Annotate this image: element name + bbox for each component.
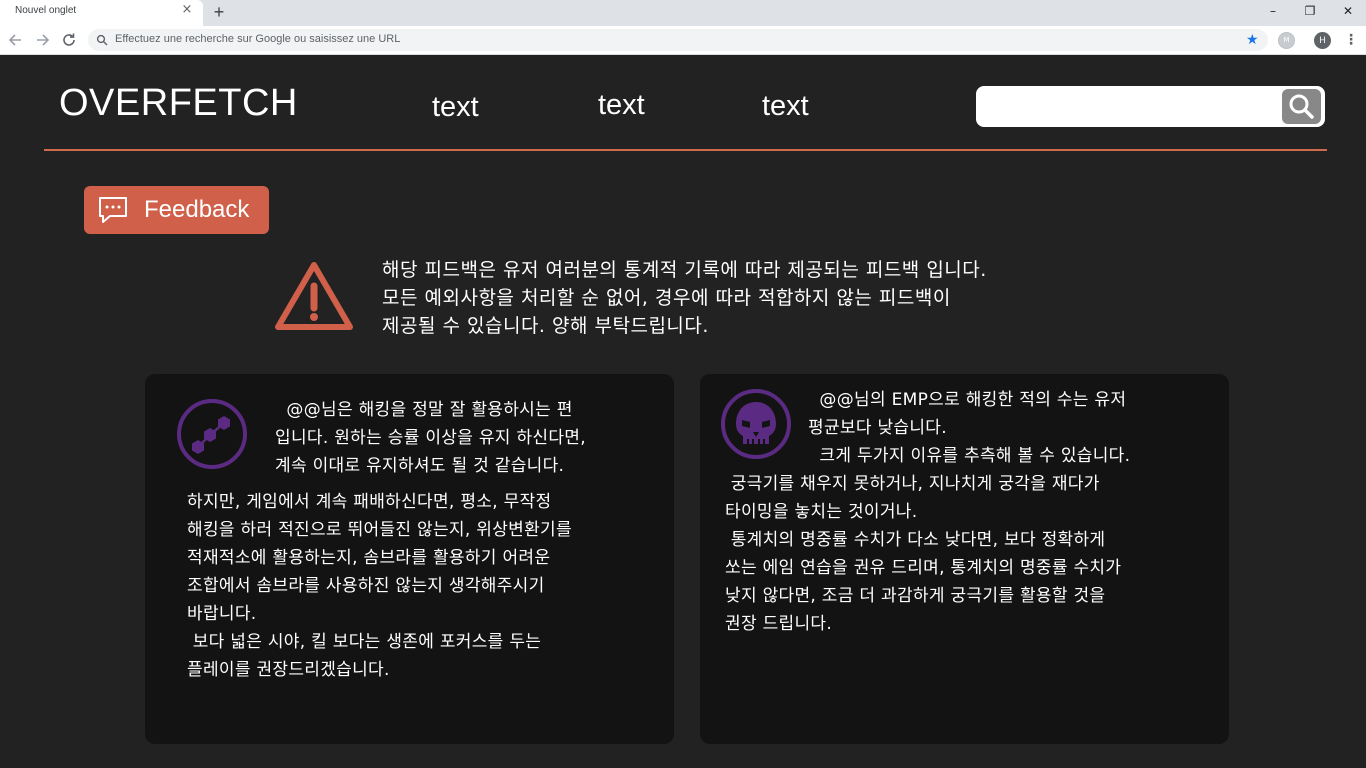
card-text-line: 바랍니다. [187,604,257,624]
extension-icon[interactable]: M [1278,32,1295,49]
card-text-line: 조합에서 솜브라를 사용하진 않는지 생각해주시기 [187,576,545,596]
card-text-line: 입니다. 원하는 승률 이상을 유지 하신다면, [275,428,586,448]
card-text-line: 궁극기를 채우지 못하거나, 지나치게 궁각을 재다가 [725,474,1100,494]
notice-line: 제공될 수 있습니다. 양해 부탁드립니다. [382,315,709,337]
feedback-label: Feedback [144,196,250,223]
card-text-line: 낮지 않다면, 조금 더 과감하게 궁극기를 활용할 것을 [725,586,1106,606]
profile-avatar[interactable]: H [1314,32,1331,49]
card-text-line: 적재적소에 활용하는지, 솜브라를 활용하기 어려운 [187,548,551,568]
tab-title: Nouvel onglet [15,5,77,16]
card-body: 하지만, 게임에서 계속 패배하신다면, 평소, 무작정 해킹을 하러 적진으로… [187,488,572,684]
card-text-line: 계속 이대로 유지하셔도 될 것 같습니다. [275,456,565,476]
card-text-line: 쏘는 에임 연습을 권유 드리며, 통계치의 명중률 수치가 [725,558,1122,578]
feedback-card-emp: @@님의 EMP으로 해킹한 적의 수는 유저 평균보다 낮습니다. 크게 두가… [700,374,1229,744]
skull-emp-icon [721,389,791,459]
close-window-button[interactable]: ✕ [1337,2,1359,20]
address-bar[interactable]: Effectuez une recherche sur Google ou sa… [88,29,1268,51]
card-text-line: @@님의 EMP으로 해킹한 적의 수는 유저 [808,390,1127,410]
site-logo[interactable]: OVERFETCH [59,82,298,125]
feedback-notice: 해당 피드백은 유저 여러분의 통계적 기록에 따라 제공되는 피드백 입니다.… [382,256,1182,340]
restore-button[interactable]: ❐ [1299,2,1321,20]
search-button[interactable] [1282,89,1321,124]
notice-line: 모든 예외사항을 처리할 순 없어, 경우에 따라 적합하지 않는 피드백이 [382,287,951,309]
card-text-line: 권장 드립니다. [725,614,833,634]
reload-icon[interactable] [60,31,78,49]
card-text-line: 평균보다 낮습니다. [808,418,947,438]
card-text-line: 플레이를 권장드리겠습니다. [187,660,390,680]
address-bar-placeholder: Effectuez une recherche sur Google ou sa… [115,33,401,45]
card-text-line: 크게 두가지 이유를 추측해 볼 수 있습니다. [808,446,1131,466]
tab-close-icon[interactable]: × [180,3,194,17]
card-intro: @@님은 해킹을 정말 잘 활용하시는 편 입니다. 원하는 승률 이상을 유지… [275,396,586,480]
new-tab-button[interactable]: + [209,2,229,22]
card-text-line: 보다 넓은 시야, 킬 보다는 생존에 포커스를 두는 [187,632,542,652]
back-arrow-icon[interactable] [7,31,25,49]
tab-strip: Nouvel onglet × + – ❐ ✕ [0,0,1366,26]
card-text-line: 타이밍을 놓치는 것이거나. [725,502,918,522]
minimize-button[interactable]: – [1262,2,1284,20]
header-divider [44,149,1327,151]
nav-link-3[interactable]: text [762,90,809,123]
bookmark-star-icon[interactable]: ★ [1246,31,1259,49]
page: OVERFETCH text text text Feedback 해당 피드백… [0,56,1366,768]
nav-link-1[interactable]: text [432,91,479,124]
site-search-input[interactable] [976,86,1325,127]
card-text-line: 하지만, 게임에서 계속 패배하신다면, 평소, 무작정 [187,492,552,512]
warning-triangle-icon [275,262,353,330]
feedback-card-hacking: @@님은 해킹을 정말 잘 활용하시는 편 입니다. 원하는 승률 이상을 유지… [145,374,674,744]
feedback-button[interactable]: Feedback [84,186,269,234]
card-text-line: 해킹을 하러 적진으로 뛰어들진 않는지, 위상변환기를 [187,520,572,540]
hacking-hexagon-icon [177,399,247,469]
browser-toolbar: Effectuez une recherche sur Google ou sa… [0,26,1366,55]
browser-menu-icon[interactable]: ⋮ [1344,32,1358,50]
notice-line: 해당 피드백은 유저 여러분의 통계적 기록에 따라 제공되는 피드백 입니다. [382,259,987,281]
card-text-line: @@님은 해킹을 정말 잘 활용하시는 편 [275,400,573,420]
forward-arrow-icon[interactable] [33,31,51,49]
chat-bubble-icon [99,197,127,223]
nav-link-2[interactable]: text [598,89,645,122]
card-body: 궁극기를 채우지 못하거나, 지나치게 궁각을 재다가 타이밍을 놓치는 것이거… [725,470,1121,638]
browser-tab[interactable]: Nouvel onglet × [0,0,203,26]
card-intro: @@님의 EMP으로 해킹한 적의 수는 유저 평균보다 낮습니다. 크게 두가… [808,386,1130,470]
search-icon [96,34,108,46]
magnifier-icon [1289,94,1314,119]
card-text-line: 통계치의 명중률 수치가 다소 낮다면, 보다 정확하게 [725,530,1106,550]
